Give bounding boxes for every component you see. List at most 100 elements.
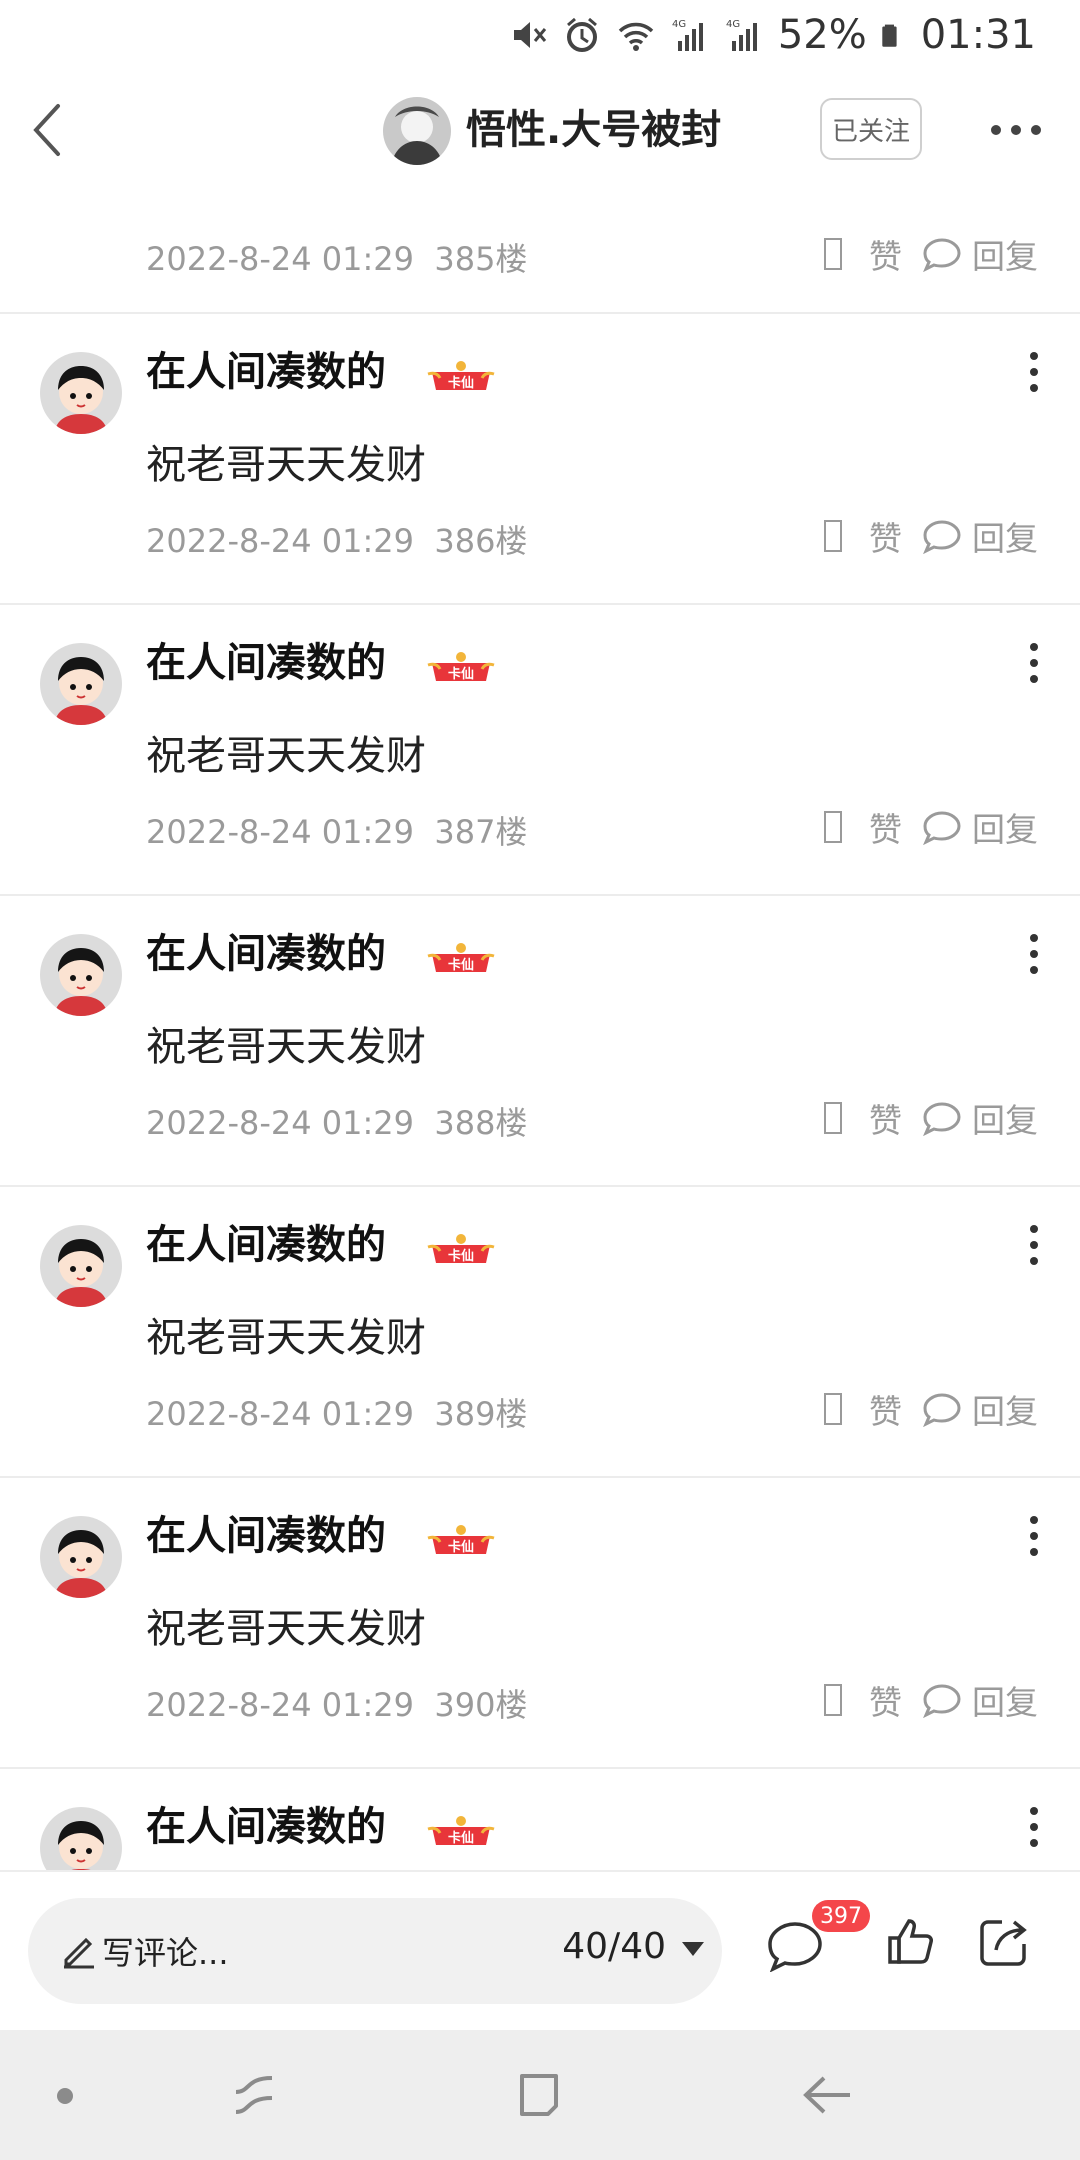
caret-down-icon[interactable] [680, 1938, 706, 1960]
back-icon[interactable] [22, 94, 82, 166]
comment-item[interactable]: 在人间凑数的 卡仙 祝老哥天天发财 2022-8-24 01:29 388楼 赞 [0, 896, 1080, 1187]
like-button[interactable]: 赞 [823, 803, 902, 851]
commenter-name[interactable]: 在人间凑数的 [146, 635, 386, 691]
comment-item[interactable]: 在人间凑数的 卡仙 祝老哥天天发财 2022-8-24 01:29 387楼 赞 [0, 605, 1080, 896]
reply-icon [923, 1102, 961, 1136]
reply-label: 回复 [972, 519, 1038, 558]
home-icon[interactable] [514, 2070, 564, 2120]
bottom-action-bar: 写评论... 40/40 397 [0, 1870, 1080, 2030]
comment-floor: 390楼 [434, 1686, 528, 1724]
level-badge-icon: 卡仙 [427, 1816, 495, 1846]
reply-button[interactable]: 回复 [922, 1385, 1038, 1433]
comment-time: 2022-8-24 01:29 [146, 1104, 414, 1142]
comment-time: 2022-8-24 01:29 [146, 813, 414, 851]
reply-icon [923, 1684, 961, 1718]
comment-text: 祝老哥天天发财 [146, 733, 426, 779]
reply-label: 回复 [972, 1683, 1038, 1722]
reply-icon [923, 238, 961, 272]
comment-text: 祝老哥天天发财 [146, 1606, 426, 1652]
recent-apps-icon[interactable] [230, 2070, 280, 2120]
level-badge-text: 卡仙 [448, 1539, 474, 1555]
svg-text:4G: 4G [726, 19, 740, 30]
comment-more-icon[interactable] [1028, 1514, 1040, 1558]
thumbs-up-icon[interactable] [886, 1916, 936, 1966]
follow-button[interactable]: 已关注 [820, 98, 922, 160]
previous-comment-footer: 2022-8-24 01:29 385楼 赞 回复 [0, 190, 1080, 314]
comment-more-icon[interactable] [1028, 932, 1040, 976]
level-badge-icon: 卡仙 [427, 361, 495, 391]
like-label: 赞 [869, 1683, 902, 1722]
comment-more-icon[interactable] [1028, 350, 1040, 394]
comment-text: 祝老哥天天发财 [146, 1024, 426, 1070]
comment-item[interactable]: 在人间凑数的 卡仙 祝老哥天天发财 2022-8-24 01:29 389楼 赞 [0, 1187, 1080, 1478]
comment-item[interactable]: 在人间凑数的 卡仙 [0, 1769, 1080, 1870]
level-badge-text: 卡仙 [448, 375, 474, 391]
pencil-icon [64, 1937, 94, 1969]
clock-time: 01:31 [920, 12, 1036, 58]
page-indicator[interactable]: 40/40 [562, 1926, 666, 1967]
commenter-name[interactable]: 在人间凑数的 [146, 926, 386, 982]
comment-meta: 2022-8-24 01:29 388楼 [146, 1098, 527, 1144]
like-label: 赞 [869, 237, 902, 276]
write-comment-input[interactable]: 写评论... 40/40 [28, 1898, 722, 2004]
like-button[interactable]: 赞 [823, 1094, 902, 1142]
commenter-avatar[interactable] [40, 1225, 122, 1307]
reply-button[interactable]: 回复 [922, 512, 1038, 560]
commenter-avatar[interactable] [40, 643, 122, 725]
commenter-name[interactable]: 在人间凑数的 [146, 344, 386, 400]
reply-label: 回复 [972, 810, 1038, 849]
reply-label: 回复 [972, 1392, 1038, 1431]
like-button[interactable]: 赞 [823, 1676, 902, 1724]
commenter-avatar[interactable] [40, 934, 122, 1016]
commenter-name[interactable]: 在人间凑数的 [146, 1508, 386, 1564]
reply-icon [923, 520, 961, 554]
comment-actions: 赞 回复 [823, 512, 1038, 560]
comment-item[interactable]: 在人间凑数的 卡仙 祝老哥天天发财 2022-8-24 01:29 390楼 赞 [0, 1478, 1080, 1769]
back-nav-icon[interactable] [800, 2070, 854, 2120]
like-icon [824, 1393, 842, 1425]
comment-floor: 385楼 [434, 240, 528, 278]
reply-button[interactable]: 回复 [922, 1676, 1038, 1724]
comment-more-icon[interactable] [1028, 641, 1040, 685]
reply-icon [923, 811, 961, 845]
like-label: 赞 [869, 519, 902, 558]
comment-actions: 赞 回复 [823, 1385, 1038, 1433]
comment-more-icon[interactable] [1028, 1223, 1040, 1267]
author-name[interactable]: 悟性.大号被封 [466, 100, 721, 160]
comment-more-icon[interactable] [1028, 1805, 1040, 1849]
svg-text:4G: 4G [672, 19, 686, 30]
level-badge-text: 卡仙 [448, 1248, 474, 1264]
level-badge-icon: 卡仙 [427, 943, 495, 973]
like-button[interactable]: 赞 [823, 1385, 902, 1433]
comment-list[interactable]: 2022-8-24 01:29 385楼 赞 回复 在人间凑数的 卡仙 祝老哥天… [0, 190, 1080, 1870]
like-icon [824, 811, 842, 843]
commenter-avatar[interactable] [40, 352, 122, 434]
like-label: 赞 [869, 810, 902, 849]
commenter-name[interactable]: 在人间凑数的 [146, 1799, 386, 1855]
comment-actions: 赞 回复 [823, 230, 1038, 278]
like-button[interactable]: 赞 [823, 512, 902, 560]
signal-4g-icon: 4G [672, 19, 703, 51]
more-options-icon[interactable] [988, 108, 1044, 152]
nav-dot-icon[interactable] [57, 2088, 73, 2104]
comment-time: 2022-8-24 01:29 [146, 522, 414, 560]
comment-meta: 2022-8-24 01:29 386楼 [146, 516, 527, 562]
author-avatar[interactable] [383, 97, 451, 165]
share-icon[interactable] [978, 1916, 1030, 1968]
reply-label: 回复 [972, 1101, 1038, 1140]
like-label: 赞 [869, 1101, 902, 1140]
like-icon [824, 1102, 842, 1134]
comment-floor: 389楼 [434, 1395, 528, 1433]
comment-item[interactable]: 在人间凑数的 卡仙 祝老哥天天发财 2022-8-24 01:29 386楼 赞 [0, 314, 1080, 605]
reply-button[interactable]: 回复 [922, 1094, 1038, 1142]
battery-icon [882, 24, 897, 47]
like-button[interactable]: 赞 [823, 230, 902, 278]
commenter-avatar[interactable] [40, 1807, 122, 1870]
reply-button[interactable]: 回复 [922, 803, 1038, 851]
commenter-avatar[interactable] [40, 1516, 122, 1598]
comment-meta: 2022-8-24 01:29 387楼 [146, 807, 527, 853]
commenter-name[interactable]: 在人间凑数的 [146, 1217, 386, 1273]
reply-button[interactable]: 回复 [922, 230, 1038, 278]
battery-percent: 52% [777, 12, 867, 58]
reply-icon [923, 1393, 961, 1427]
